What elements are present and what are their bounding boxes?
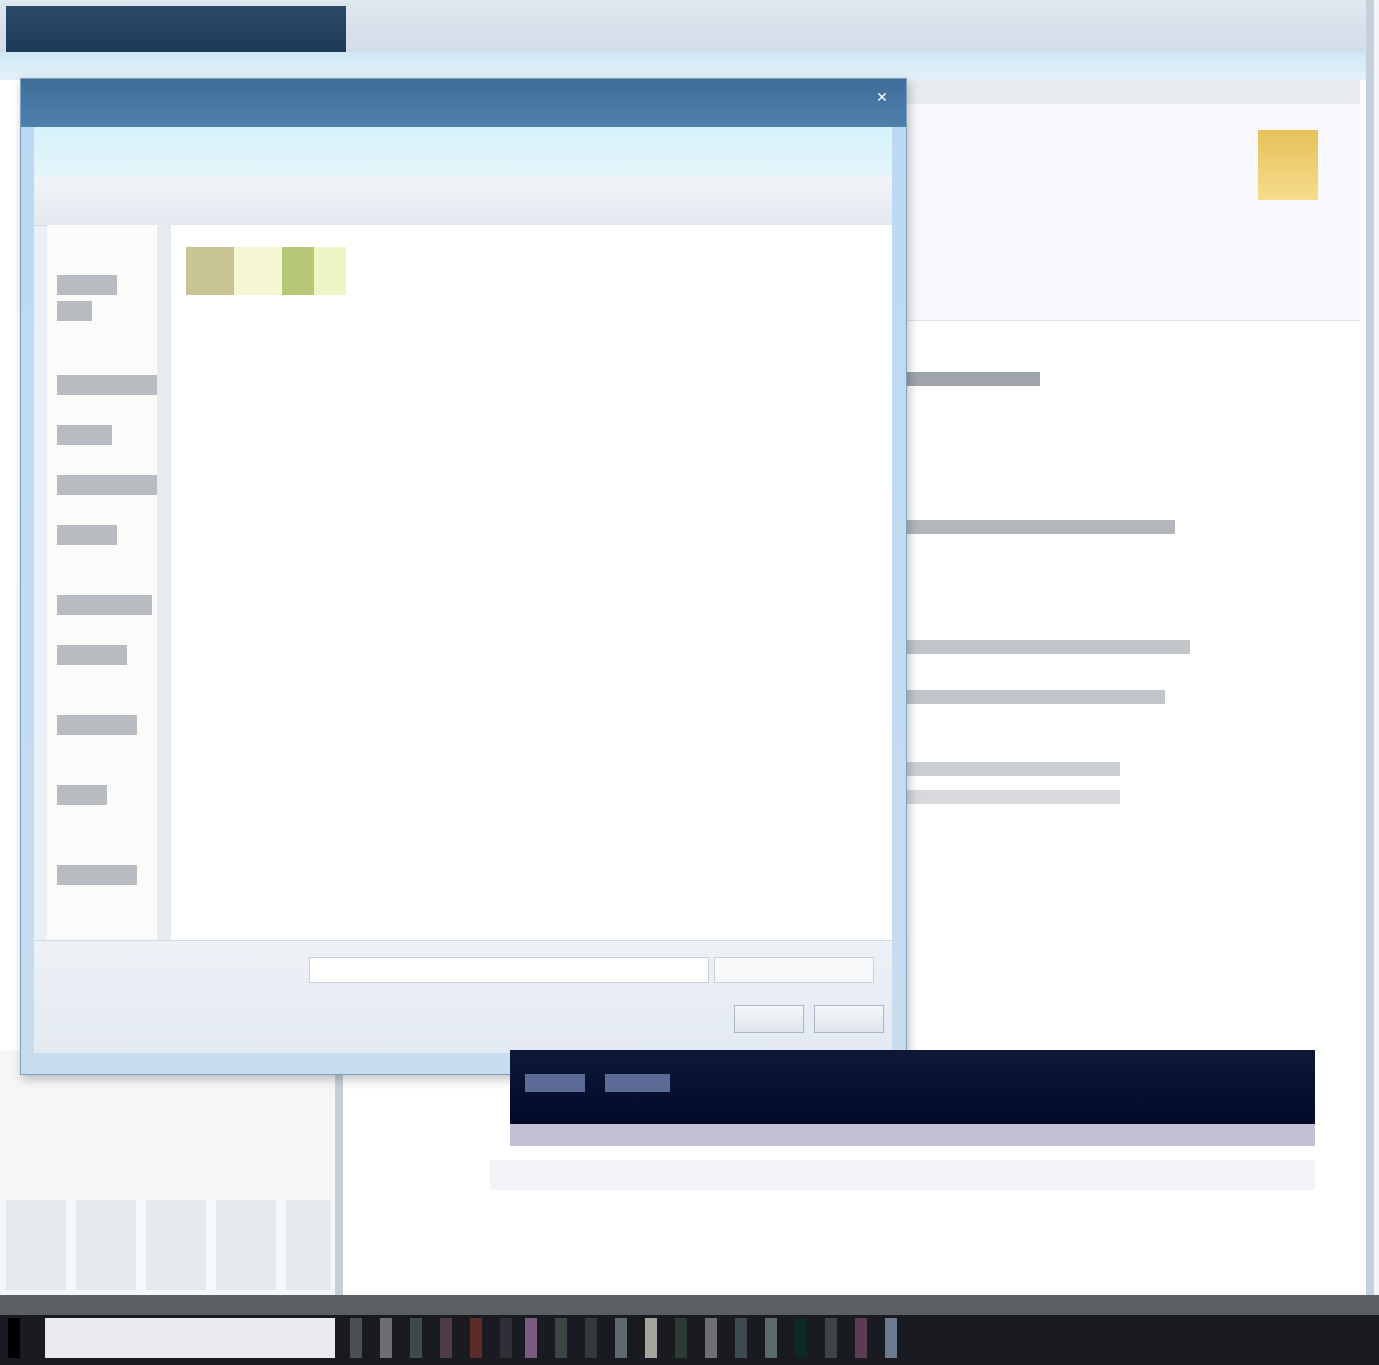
background-title-area — [6, 6, 346, 52]
document-text-line — [905, 790, 1120, 804]
file-item[interactable] — [181, 247, 356, 327]
command-bar — [34, 177, 892, 226]
nav-item[interactable] — [57, 715, 137, 735]
document-text-line — [905, 762, 1120, 776]
cancel-button[interactable] — [814, 1005, 884, 1033]
navigation-pane — [47, 225, 162, 940]
close-icon[interactable]: ✕ — [870, 87, 894, 109]
taskbar-button[interactable] — [585, 1318, 597, 1358]
navigation-scrollbar[interactable] — [157, 225, 171, 940]
taskbar-button[interactable] — [500, 1318, 512, 1358]
banner-chip — [605, 1074, 670, 1092]
taskbar-button[interactable] — [440, 1318, 452, 1358]
taskbar-button[interactable] — [555, 1318, 567, 1358]
nav-item[interactable] — [57, 525, 117, 545]
document-text-line — [905, 372, 1040, 386]
nav-item[interactable] — [57, 785, 107, 805]
file-list — [171, 225, 892, 940]
taskbar-button[interactable] — [350, 1318, 362, 1358]
dialog-footer — [34, 940, 892, 1053]
dark-banner — [510, 1050, 1315, 1146]
taskbar-button[interactable] — [855, 1318, 867, 1358]
background-thumbnail-strip — [6, 1200, 331, 1290]
background-status-strip — [490, 1160, 1315, 1190]
start-icon[interactable] — [8, 1318, 20, 1358]
background-ribbon — [905, 80, 1360, 321]
open-button[interactable] — [734, 1005, 804, 1033]
nav-item[interactable] — [57, 865, 137, 885]
taskbar-button[interactable] — [675, 1318, 687, 1358]
banner-chip — [525, 1074, 585, 1092]
file-name-label — [144, 961, 279, 983]
file-type-select[interactable] — [714, 957, 874, 983]
dialog-body — [34, 127, 892, 1053]
taskbar-button[interactable] — [795, 1318, 807, 1358]
document-text-line — [905, 520, 1175, 534]
folder-icon — [186, 247, 346, 295]
taskbar-button[interactable] — [705, 1318, 717, 1358]
address-bar[interactable] — [34, 127, 892, 177]
nav-item[interactable] — [57, 301, 92, 321]
taskbar-button[interactable] — [645, 1318, 657, 1358]
file-dialog: ✕ — [20, 78, 907, 1075]
nav-item[interactable] — [57, 475, 162, 495]
document-text-line — [905, 690, 1165, 704]
taskbar-button[interactable] — [470, 1318, 482, 1358]
taskbar-button[interactable] — [885, 1318, 897, 1358]
taskbar-button[interactable] — [615, 1318, 627, 1358]
taskbar-button[interactable] — [525, 1318, 537, 1358]
nav-item[interactable] — [57, 375, 157, 395]
background-toolbar — [0, 52, 1366, 80]
highlight-button[interactable] — [1258, 130, 1318, 200]
nav-item[interactable] — [57, 425, 112, 445]
desktop: ✕ — [0, 0, 1379, 1365]
nav-item[interactable] — [57, 275, 117, 295]
ribbon-strip — [905, 80, 1360, 104]
quick-launch[interactable] — [45, 1318, 335, 1358]
taskbar-button[interactable] — [825, 1318, 837, 1358]
dialog-titlebar[interactable]: ✕ — [21, 79, 906, 127]
file-item-label — [181, 299, 356, 317]
taskbar-button[interactable] — [380, 1318, 392, 1358]
nav-item[interactable] — [57, 645, 127, 665]
file-name-field[interactable] — [309, 957, 709, 983]
taskbar-button[interactable] — [735, 1318, 747, 1358]
nav-item[interactable] — [57, 595, 152, 615]
taskbar-button[interactable] — [410, 1318, 422, 1358]
taskbar-button[interactable] — [765, 1318, 777, 1358]
document-text-line — [905, 640, 1190, 654]
